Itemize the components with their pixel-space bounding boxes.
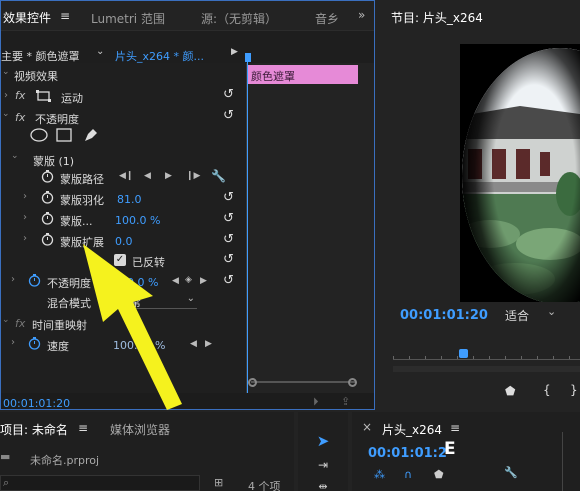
project-panel: 项目: 未命名 ≡ 媒体浏览器 ▬ 未命名.prproj ⌕ ⊞ 4 个项 [0,412,294,491]
timeline-timecode[interactable]: 00:01:01:2 [368,446,447,461]
add-marker-icon[interactable]: ⬟ [434,468,444,481]
video-preview [462,48,580,302]
linked-selection-icon[interactable]: ∩ [404,468,412,481]
timeline-panel: × 片头_x264 ≡ 00:01:01:2 E ⁂ ∩ ⬟ 🔧 [352,412,580,491]
folder-icon: ▬ [0,450,11,463]
bin-icon[interactable]: ⊞ [214,476,223,489]
tab-project[interactable]: 项目: 未命名 [0,421,68,438]
tools-panel: ➤ ⇥ ⇹ [298,412,348,491]
ripple-edit-tool-icon[interactable]: ⇹ [312,480,334,491]
program-playhead[interactable] [459,349,468,358]
zoom-fit-value: 适合 [505,309,530,323]
zoom-fit-dropdown[interactable]: 适合 ⌄ [505,305,580,323]
search-input[interactable] [0,475,200,491]
program-scroll-bar[interactable] [393,366,580,372]
video-frame [460,44,580,302]
panel-menu-icon[interactable]: ≡ [78,421,88,435]
search-icon: ⌕ [3,476,10,489]
program-time-ruler[interactable] [393,356,580,360]
selection-tool-icon[interactable]: ➤ [312,432,334,454]
wrench-icon[interactable]: 🔧 [504,466,518,479]
track-select-tool-icon[interactable]: ⇥ [312,458,334,476]
add-marker-icon[interactable]: ⬟ [505,384,515,398]
close-icon[interactable]: × [362,420,372,434]
snap-icon[interactable]: ⁂ [374,468,385,481]
panel-menu-icon[interactable]: ≡ [450,421,460,435]
program-monitor-panel: 节目: 片头_x264 00:01:01:20 适合 ⌄ ⬟ {} [377,0,580,410]
tab-media-browser[interactable]: 媒体浏览器 [110,421,170,438]
item-count: 4 个项 [248,480,281,491]
track-divider [562,432,563,491]
program-monitor-title[interactable]: 节目: 片头_x264 [391,9,483,26]
program-timecode[interactable]: 00:01:01:20 [400,308,488,323]
timeline-title[interactable]: 片头_x264 [382,421,442,438]
logo-watermark-icon: E [444,439,456,459]
chevron-down-icon: ⌄ [547,305,557,318]
mark-in-icon[interactable]: { [543,383,551,397]
project-file-name[interactable]: 未命名.prproj [30,452,99,468]
mark-out-icon[interactable]: } [570,383,578,397]
